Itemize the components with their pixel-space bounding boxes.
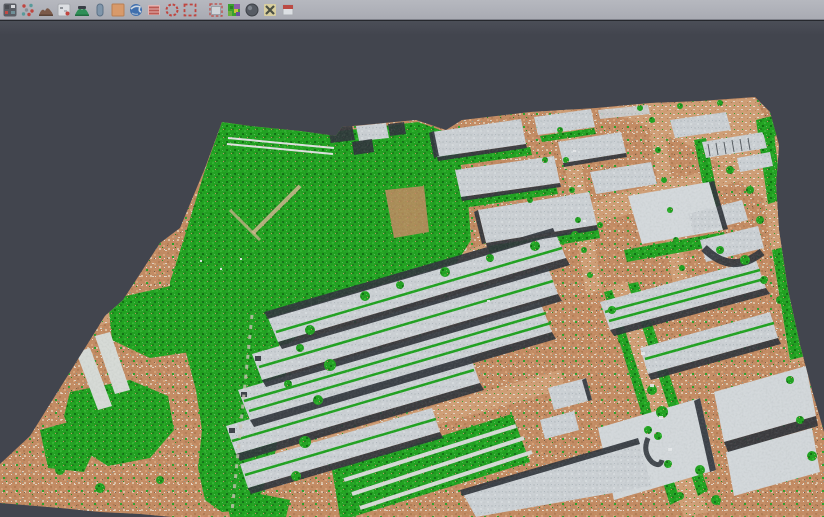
globe-icon [128,2,144,18]
texture-flag-button[interactable] [280,2,296,18]
add-point-cloud-icon [2,2,18,18]
classify-ground-icon [74,2,90,18]
terrain-mesh[interactable] [0,21,824,517]
measure-cross-icon [262,2,278,18]
clip-box-button[interactable] [208,2,224,18]
classification-map-button[interactable] [226,2,242,18]
orthophoto-icon [110,2,126,18]
orthophoto-button[interactable] [110,2,126,18]
render-viewport[interactable] [0,21,824,517]
profile-tool-icon [92,2,108,18]
profile-tool-button[interactable] [92,2,108,18]
pick-target-button[interactable] [164,2,180,18]
texture-flag-icon [280,2,296,18]
clip-box-icon [208,2,224,18]
noise-overlay [0,21,824,517]
render-sphere-icon [244,2,260,18]
select-region-icon [182,2,198,18]
align-points-button[interactable] [20,2,36,18]
align-points-icon [20,2,36,18]
main-toolbar [0,0,824,20]
thin-points-icon [56,2,72,18]
render-sphere-button[interactable] [244,2,260,18]
point-cloud-scene[interactable] [0,21,824,517]
add-point-cloud-button[interactable] [2,2,18,18]
classify-ground-button[interactable] [74,2,90,18]
terrain-brown-icon [38,2,54,18]
select-region-button[interactable] [182,2,198,18]
terrain-brown-button[interactable] [38,2,54,18]
toolbar-separator [200,2,208,18]
pick-target-icon [164,2,180,18]
thin-points-button[interactable] [56,2,72,18]
measure-cross-button[interactable] [262,2,278,18]
layer-stack-button[interactable] [146,2,162,18]
layer-stack-icon [146,2,162,18]
classification-map-icon [226,2,242,18]
globe-button[interactable] [128,2,144,18]
